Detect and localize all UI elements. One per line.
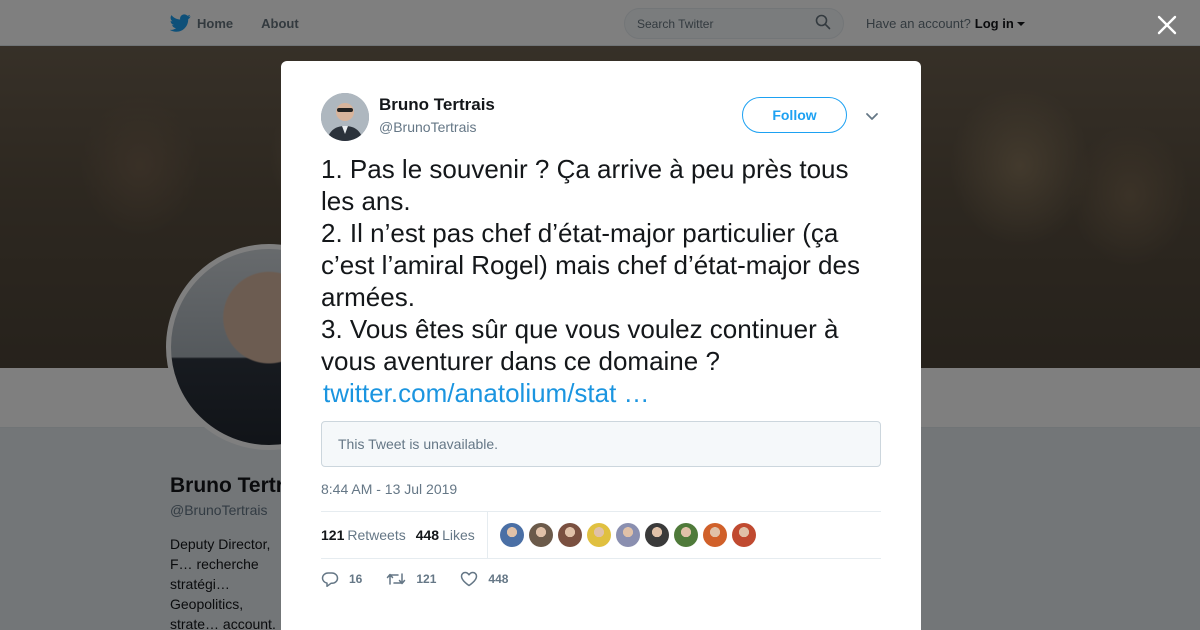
retweets-stat[interactable]: 121 Retweets (321, 527, 406, 543)
like-button[interactable]: 448 (460, 571, 508, 587)
like-count: 448 (488, 572, 509, 586)
likes-label: Likes (442, 527, 475, 543)
tweet-line: 3. Vous êtes sûr que vous voulez continu… (321, 314, 839, 376)
retweet-icon (387, 573, 406, 585)
liker-avatar-4[interactable] (586, 523, 611, 547)
quoted-tweet-unavailable: This Tweet is unavailable. (321, 421, 881, 467)
liker-avatars (499, 523, 761, 547)
heart-icon (461, 571, 478, 587)
close-icon[interactable] (1154, 12, 1180, 38)
liker-avatar-9[interactable] (731, 523, 756, 547)
retweets-label: Retweets (347, 527, 406, 543)
liker-avatar-3[interactable] (557, 523, 582, 547)
likes-count: 448 (415, 527, 440, 543)
tweet-actions: 16 121 448 (321, 567, 532, 591)
tweet-text: 1. Pas le souvenir ? Ça arrive à peu prè… (321, 153, 886, 409)
quote-unavailable-text: This Tweet is unavailable. (338, 436, 499, 452)
retweets-count: 121 (321, 527, 345, 543)
liker-avatar-2[interactable] (528, 523, 553, 547)
stats-divider (486, 511, 488, 559)
tweet-timestamp[interactable]: 8:44 AM - 13 Jul 2019 (321, 481, 457, 497)
retweet-button[interactable]: 121 (386, 571, 436, 587)
reply-icon (321, 572, 339, 587)
author-name[interactable]: Bruno Tertrais (379, 95, 495, 115)
tweet-line: 1. Pas le souvenir ? Ça arrive à peu prè… (321, 154, 849, 216)
likes-stat[interactable]: 448 Likes (416, 527, 475, 543)
tweet-modal: Bruno Tertrais @BrunoTertrais Follow 1. … (281, 61, 921, 630)
author-handle[interactable]: @BrunoTertrais (379, 119, 476, 135)
tweet-line: 2. Il n’est pas chef d’état-major partic… (321, 218, 860, 312)
tweet-stats: 121 Retweets 448 Likes (321, 511, 881, 559)
reply-count: 16 (349, 572, 363, 586)
author-avatar[interactable] (321, 93, 369, 141)
reply-button[interactable]: 16 (321, 571, 362, 587)
follow-button[interactable]: Follow (742, 97, 847, 133)
tweet-link[interactable]: twitter.com/anatolium/stat … (321, 377, 886, 409)
retweet-count: 121 (416, 572, 437, 586)
liker-avatar-8[interactable] (702, 523, 727, 547)
liker-avatar-5[interactable] (615, 523, 640, 547)
liker-avatar-7[interactable] (673, 523, 698, 547)
chevron-down-icon[interactable] (865, 109, 879, 120)
liker-avatar-6[interactable] (644, 523, 669, 547)
liker-avatar-1[interactable] (499, 523, 524, 547)
